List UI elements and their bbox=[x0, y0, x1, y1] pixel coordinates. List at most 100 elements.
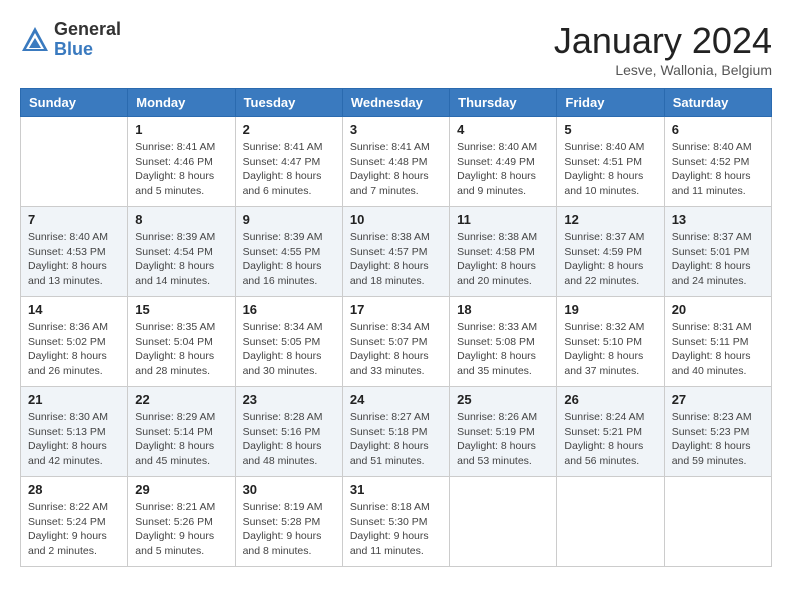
calendar-cell: 24 Sunrise: 8:27 AM Sunset: 5:18 PM Dayli… bbox=[342, 387, 449, 477]
calendar-cell bbox=[557, 477, 664, 567]
day-content: Sunrise: 8:41 AM Sunset: 4:48 PM Dayligh… bbox=[350, 140, 442, 199]
header-day-tuesday: Tuesday bbox=[235, 89, 342, 117]
calendar-cell: 13 Sunrise: 8:37 AM Sunset: 5:01 PM Dayli… bbox=[664, 207, 771, 297]
calendar-cell: 29Sunrise: 8:21 AM Sunset: 5:26 PM Dayli… bbox=[128, 477, 235, 567]
day-number: 16 bbox=[243, 302, 335, 317]
day-content: Sunrise: 8:40 AM Sunset: 4:52 PM Dayligh… bbox=[672, 140, 764, 199]
day-number: 26 bbox=[564, 392, 656, 407]
calendar-cell: 8Sunrise: 8:39 AM Sunset: 4:54 PM Daylig… bbox=[128, 207, 235, 297]
day-number: 7 bbox=[28, 212, 120, 227]
calendar-cell: 4 Sunrise: 8:40 AM Sunset: 4:49 PM Daylig… bbox=[450, 117, 557, 207]
day-number: 13 bbox=[672, 212, 764, 227]
logo: General Blue bbox=[20, 20, 121, 60]
day-number: 18 bbox=[457, 302, 549, 317]
calendar-body: 1 Sunrise: 8:41 AM Sunset: 4:46 PM Daylig… bbox=[21, 117, 772, 567]
week-row-2: 7 Sunrise: 8:40 AM Sunset: 4:53 PM Daylig… bbox=[21, 207, 772, 297]
day-number: 30 bbox=[243, 482, 335, 497]
day-content: Sunrise: 8:18 AM Sunset: 5:30 PM Dayligh… bbox=[350, 500, 442, 559]
day-content: Sunrise: 8:37 AM Sunset: 5:01 PM Dayligh… bbox=[672, 230, 764, 289]
day-content: Sunrise: 8:40 AM Sunset: 4:53 PM Dayligh… bbox=[28, 230, 120, 289]
week-row-1: 1 Sunrise: 8:41 AM Sunset: 4:46 PM Daylig… bbox=[21, 117, 772, 207]
calendar-cell bbox=[21, 117, 128, 207]
day-content: Sunrise: 8:40 AM Sunset: 4:49 PM Dayligh… bbox=[457, 140, 549, 199]
day-content: Sunrise: 8:28 AM Sunset: 5:16 PM Dayligh… bbox=[243, 410, 335, 469]
day-number: 22 bbox=[135, 392, 227, 407]
calendar-cell: 16 Sunrise: 8:34 AM Sunset: 5:05 PM Dayli… bbox=[235, 297, 342, 387]
day-content: Sunrise: 8:23 AM Sunset: 5:23 PM Dayligh… bbox=[672, 410, 764, 469]
header-row: SundayMondayTuesdayWednesdayThursdayFrid… bbox=[21, 89, 772, 117]
header-day-wednesday: Wednesday bbox=[342, 89, 449, 117]
day-number: 25 bbox=[457, 392, 549, 407]
calendar-cell: 19 Sunrise: 8:32 AM Sunset: 5:10 PM Dayli… bbox=[557, 297, 664, 387]
day-number: 3 bbox=[350, 122, 442, 137]
day-content: Sunrise: 8:26 AM Sunset: 5:19 PM Dayligh… bbox=[457, 410, 549, 469]
calendar-cell: 17 Sunrise: 8:34 AM Sunset: 5:07 PM Dayli… bbox=[342, 297, 449, 387]
day-content: Sunrise: 8:34 AM Sunset: 5:07 PM Dayligh… bbox=[350, 320, 442, 379]
calendar-header: SundayMondayTuesdayWednesdayThursdayFrid… bbox=[21, 89, 772, 117]
day-content: Sunrise: 8:40 AM Sunset: 4:51 PM Dayligh… bbox=[564, 140, 656, 199]
calendar-cell bbox=[664, 477, 771, 567]
calendar-cell: 30 Sunrise: 8:19 AM Sunset: 5:28 PM Dayli… bbox=[235, 477, 342, 567]
day-content: Sunrise: 8:38 AM Sunset: 4:58 PM Dayligh… bbox=[457, 230, 549, 289]
day-number: 9 bbox=[243, 212, 335, 227]
day-number: 14 bbox=[28, 302, 120, 317]
calendar-cell: 2Sunrise: 8:41 AM Sunset: 4:47 PM Daylig… bbox=[235, 117, 342, 207]
day-number: 19 bbox=[564, 302, 656, 317]
day-content: Sunrise: 8:37 AM Sunset: 4:59 PM Dayligh… bbox=[564, 230, 656, 289]
day-content: Sunrise: 8:31 AM Sunset: 5:11 PM Dayligh… bbox=[672, 320, 764, 379]
day-number: 5 bbox=[564, 122, 656, 137]
day-number: 23 bbox=[243, 392, 335, 407]
header-day-friday: Friday bbox=[557, 89, 664, 117]
logo-blue-text: Blue bbox=[54, 40, 121, 60]
day-number: 17 bbox=[350, 302, 442, 317]
calendar-cell: 26Sunrise: 8:24 AM Sunset: 5:21 PM Dayli… bbox=[557, 387, 664, 477]
day-number: 20 bbox=[672, 302, 764, 317]
day-content: Sunrise: 8:32 AM Sunset: 5:10 PM Dayligh… bbox=[564, 320, 656, 379]
logo-general-text: General bbox=[54, 20, 121, 40]
calendar-cell: 27 Sunrise: 8:23 AM Sunset: 5:23 PM Dayli… bbox=[664, 387, 771, 477]
calendar-cell: 28 Sunrise: 8:22 AM Sunset: 5:24 PM Dayli… bbox=[21, 477, 128, 567]
week-row-3: 14Sunrise: 8:36 AM Sunset: 5:02 PM Dayli… bbox=[21, 297, 772, 387]
day-number: 28 bbox=[28, 482, 120, 497]
day-content: Sunrise: 8:30 AM Sunset: 5:13 PM Dayligh… bbox=[28, 410, 120, 469]
day-number: 2 bbox=[243, 122, 335, 137]
day-number: 1 bbox=[135, 122, 227, 137]
calendar-cell: 11Sunrise: 8:38 AM Sunset: 4:58 PM Dayli… bbox=[450, 207, 557, 297]
title-block: January 2024 Lesve, Wallonia, Belgium bbox=[554, 20, 772, 78]
calendar-cell: 7 Sunrise: 8:40 AM Sunset: 4:53 PM Daylig… bbox=[21, 207, 128, 297]
calendar-cell: 15Sunrise: 8:35 AM Sunset: 5:04 PM Dayli… bbox=[128, 297, 235, 387]
day-number: 27 bbox=[672, 392, 764, 407]
day-number: 29 bbox=[135, 482, 227, 497]
calendar-cell: 10Sunrise: 8:38 AM Sunset: 4:57 PM Dayli… bbox=[342, 207, 449, 297]
header-day-monday: Monday bbox=[128, 89, 235, 117]
day-number: 10 bbox=[350, 212, 442, 227]
calendar-cell: 23 Sunrise: 8:28 AM Sunset: 5:16 PM Dayli… bbox=[235, 387, 342, 477]
day-content: Sunrise: 8:22 AM Sunset: 5:24 PM Dayligh… bbox=[28, 500, 120, 559]
location-text: Lesve, Wallonia, Belgium bbox=[554, 62, 772, 78]
day-number: 6 bbox=[672, 122, 764, 137]
calendar-cell: 5 Sunrise: 8:40 AM Sunset: 4:51 PM Daylig… bbox=[557, 117, 664, 207]
day-number: 21 bbox=[28, 392, 120, 407]
calendar-cell: 6 Sunrise: 8:40 AM Sunset: 4:52 PM Daylig… bbox=[664, 117, 771, 207]
week-row-4: 21 Sunrise: 8:30 AM Sunset: 5:13 PM Dayli… bbox=[21, 387, 772, 477]
calendar-cell: 3 Sunrise: 8:41 AM Sunset: 4:48 PM Daylig… bbox=[342, 117, 449, 207]
calendar-cell: 21 Sunrise: 8:30 AM Sunset: 5:13 PM Dayli… bbox=[21, 387, 128, 477]
day-number: 4 bbox=[457, 122, 549, 137]
day-number: 24 bbox=[350, 392, 442, 407]
calendar-cell: 12 Sunrise: 8:37 AM Sunset: 4:59 PM Dayli… bbox=[557, 207, 664, 297]
calendar-cell: 20 Sunrise: 8:31 AM Sunset: 5:11 PM Dayli… bbox=[664, 297, 771, 387]
day-content: Sunrise: 8:41 AM Sunset: 4:46 PM Dayligh… bbox=[135, 140, 227, 199]
calendar-cell: 22Sunrise: 8:29 AM Sunset: 5:14 PM Dayli… bbox=[128, 387, 235, 477]
day-number: 12 bbox=[564, 212, 656, 227]
calendar-cell: 31 Sunrise: 8:18 AM Sunset: 5:30 PM Dayli… bbox=[342, 477, 449, 567]
day-content: Sunrise: 8:27 AM Sunset: 5:18 PM Dayligh… bbox=[350, 410, 442, 469]
calendar-table: SundayMondayTuesdayWednesdayThursdayFrid… bbox=[20, 88, 772, 567]
day-content: Sunrise: 8:19 AM Sunset: 5:28 PM Dayligh… bbox=[243, 500, 335, 559]
logo-text: General Blue bbox=[54, 20, 121, 60]
day-content: Sunrise: 8:34 AM Sunset: 5:05 PM Dayligh… bbox=[243, 320, 335, 379]
calendar-cell: 1 Sunrise: 8:41 AM Sunset: 4:46 PM Daylig… bbox=[128, 117, 235, 207]
header-day-sunday: Sunday bbox=[21, 89, 128, 117]
day-number: 31 bbox=[350, 482, 442, 497]
calendar-cell: 25 Sunrise: 8:26 AM Sunset: 5:19 PM Dayli… bbox=[450, 387, 557, 477]
logo-icon bbox=[20, 25, 50, 55]
